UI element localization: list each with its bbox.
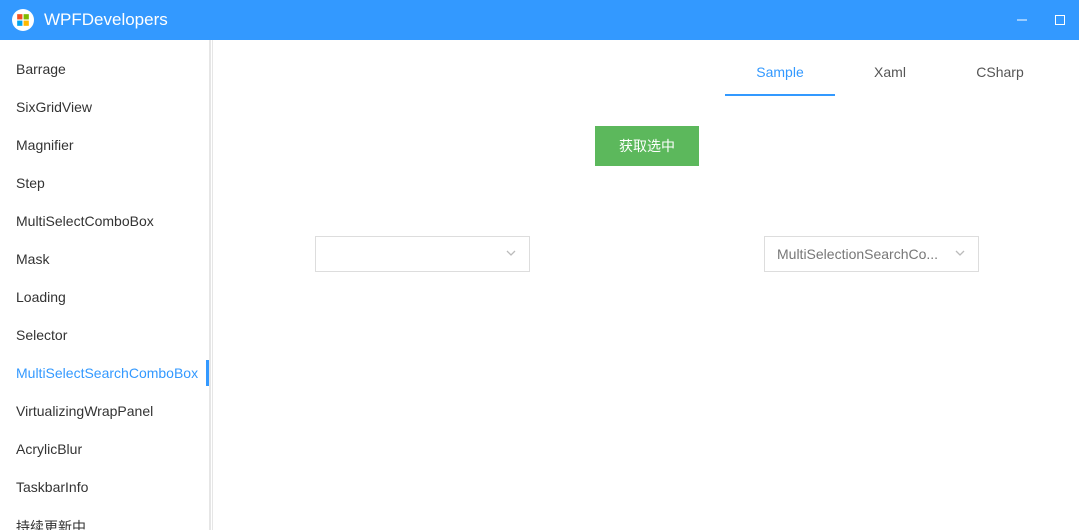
sidebar-item-mask[interactable]: Mask — [0, 240, 209, 278]
main-panel: SampleXamlCSharp 获取选中 MultiSelectionSear… — [215, 40, 1079, 530]
windows-icon — [16, 13, 30, 27]
sidebar: BarrageSixGridViewMagnifierStepMultiSele… — [0, 40, 210, 530]
combo-multiselection-value: MultiSelectionSearchCo... — [777, 246, 938, 262]
maximize-button[interactable] — [1041, 0, 1079, 40]
combo-row: MultiSelectionSearchCo... — [255, 236, 1039, 272]
app-logo — [12, 9, 34, 31]
combo-empty[interactable] — [315, 236, 530, 272]
tab-csharp[interactable]: CSharp — [945, 54, 1055, 96]
sidebar-item-sixgridview[interactable]: SixGridView — [0, 88, 209, 126]
minimize-button[interactable] — [1003, 0, 1041, 40]
chevron-down-icon — [954, 246, 966, 262]
combo-multiselection[interactable]: MultiSelectionSearchCo... — [764, 236, 979, 272]
tab-sample[interactable]: Sample — [725, 54, 835, 96]
sidebar-item-acrylicblur[interactable]: AcrylicBlur — [0, 430, 209, 468]
tab-xaml[interactable]: Xaml — [835, 54, 945, 96]
titlebar: WPFDevelopers — [0, 0, 1079, 40]
sidebar-item-virtualizingwrappanel[interactable]: VirtualizingWrapPanel — [0, 392, 209, 430]
get-selected-button[interactable]: 获取选中 — [595, 126, 699, 166]
sidebar-item-loading[interactable]: Loading — [0, 278, 209, 316]
tabs: SampleXamlCSharp — [215, 40, 1079, 96]
sidebar-item-multiselectsearchcombobox[interactable]: MultiSelectSearchComboBox — [0, 354, 209, 392]
sidebar-item-持续更新中[interactable]: 持续更新中 — [0, 506, 209, 530]
chevron-down-icon — [505, 246, 517, 262]
window-controls — [1003, 0, 1079, 40]
sidebar-item-step[interactable]: Step — [0, 164, 209, 202]
button-row: 获取选中 — [255, 126, 1039, 166]
sidebar-item-magnifier[interactable]: Magnifier — [0, 126, 209, 164]
sidebar-item-selector[interactable]: Selector — [0, 316, 209, 354]
window-title: WPFDevelopers — [44, 10, 1003, 30]
sidebar-item-barrage[interactable]: Barrage — [0, 50, 209, 88]
sidebar-item-multiselectcombobox[interactable]: MultiSelectComboBox — [0, 202, 209, 240]
content-area: 获取选中 MultiSelectionSearchCo... — [215, 96, 1079, 530]
sidebar-item-taskbarinfo[interactable]: TaskbarInfo — [0, 468, 209, 506]
